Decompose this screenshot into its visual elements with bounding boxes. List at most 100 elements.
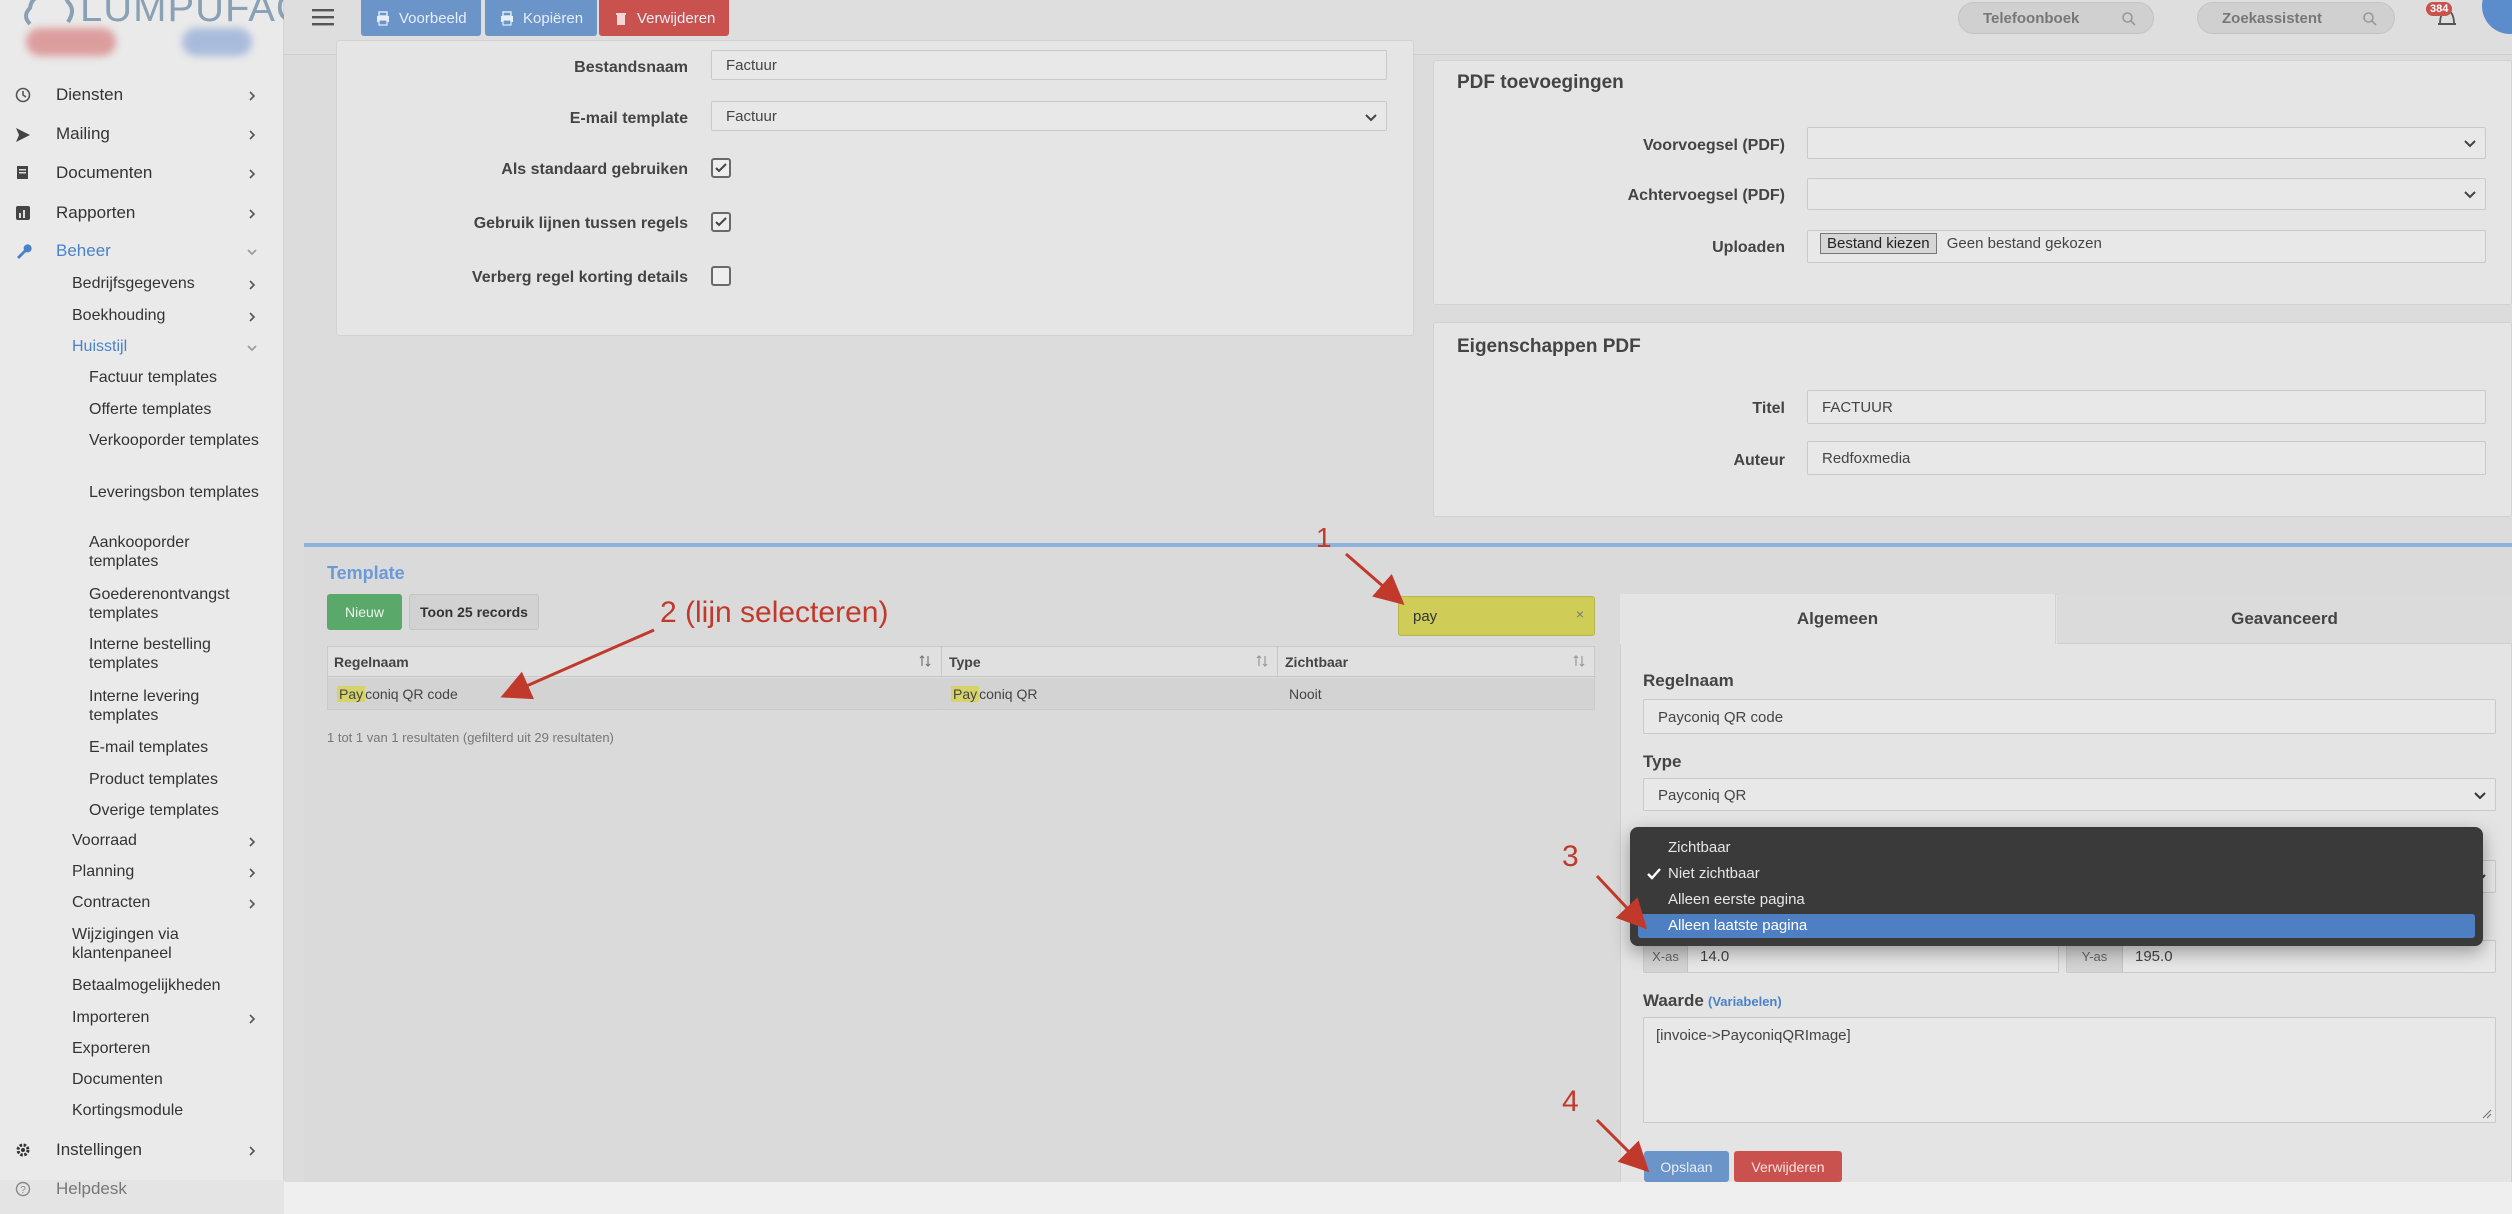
sidebar-link-interne-levering-templates[interactable]: Interne levering templates — [89, 687, 259, 725]
preview-button[interactable]: Voorbeeld — [361, 0, 481, 36]
sidebar-sub-documenten[interactable]: Documenten — [72, 1071, 163, 1089]
new-button[interactable]: Nieuw — [327, 594, 402, 630]
sidebar-sub-exporteren[interactable]: Exporteren — [72, 1040, 150, 1058]
chevron-right-icon — [249, 312, 256, 322]
sidebar-sub-importeren[interactable]: Importeren — [72, 1009, 256, 1027]
option-alleen-laatste-pagina[interactable]: Alleen laatste pagina — [1638, 914, 2475, 938]
avatar[interactable] — [2482, 0, 2512, 34]
phonebook-search[interactable]: Telefoonboek — [1958, 2, 2154, 34]
gear-icon — [16, 1143, 30, 1157]
sidebar-sub-contracten[interactable]: Contracten — [72, 894, 256, 912]
sidebar-item-helpdesk[interactable]: ? Helpdesk — [0, 1179, 284, 1203]
variables-link[interactable]: (Variabelen) — [1708, 994, 1782, 1009]
search-highlight: Pay — [951, 686, 980, 702]
sidebar-item-mailing[interactable]: Mailing — [0, 124, 284, 148]
preview-button-label: Voorbeeld — [399, 9, 467, 27]
chevron-right-icon — [249, 837, 256, 847]
sidebar-sub-label: Boekhouding — [72, 307, 166, 324]
table-info: 1 tot 1 van 1 resultaten (gefilterd uit … — [327, 730, 614, 745]
sidebar-link-product-templates[interactable]: Product templates — [89, 770, 259, 789]
clear-search-icon[interactable]: × — [1576, 606, 1584, 622]
upload-field[interactable]: Bestand kiezen Geen bestand gekozen — [1807, 230, 2486, 263]
notifications[interactable]: 384 — [2426, 2, 2462, 32]
upload-status: Geen bestand gekozen — [1946, 235, 2102, 252]
sidebar-sub-label: Contracten — [72, 894, 151, 911]
sort-icon[interactable] — [1255, 654, 1269, 668]
sidebar-item-label: Beheer — [56, 241, 111, 260]
sidebar-sub-wijzigingen[interactable]: Wijzigingen via klantenpaneel — [72, 925, 202, 963]
show-records-button[interactable]: Toon 25 records — [409, 594, 539, 630]
option-label: Niet zichtbaar — [1668, 865, 1760, 882]
documents-icon — [17, 166, 28, 179]
sidebar-link-overige-templates[interactable]: Overige templates — [89, 801, 259, 820]
chevron-right-icon — [249, 209, 256, 219]
sidebar-link-interne-bestelling-templates[interactable]: Interne bestelling templates — [89, 635, 259, 673]
hide-discount-checkbox[interactable] — [711, 266, 731, 286]
row-zichtbaar: Nooit — [1289, 686, 1322, 702]
remove-line-button[interactable]: Verwijderen — [1734, 1151, 1842, 1182]
sidebar-sub-voorraad[interactable]: Voorraad — [72, 832, 256, 850]
option-zichtbaar[interactable]: Zichtbaar — [1638, 836, 2475, 860]
suffix-select[interactable] — [1807, 178, 2486, 210]
check-icon — [715, 217, 727, 227]
email-template-select[interactable]: Factuur — [711, 101, 1387, 131]
type-select[interactable]: Payconiq QR — [1643, 778, 2496, 811]
visibility-dropdown-menu: Zichtbaar Niet zichtbaar Alleen eerste p… — [1630, 827, 2483, 946]
tab-algemeen[interactable]: Algemeen — [1620, 594, 2056, 644]
pdf-author-input[interactable]: Redfoxmedia — [1807, 441, 2486, 475]
sort-icon[interactable] — [1572, 654, 1586, 668]
sidebar-sub-planning[interactable]: Planning — [72, 863, 256, 881]
delete-button[interactable]: Verwijderen — [599, 0, 730, 36]
resize-handle-icon[interactable] — [2480, 1107, 2492, 1119]
option-alleen-eerste-pagina[interactable]: Alleen eerste pagina — [1638, 888, 2475, 912]
lines-checkbox[interactable] — [711, 212, 731, 232]
prefix-select[interactable] — [1807, 127, 2486, 159]
sort-icon[interactable] — [918, 654, 932, 668]
template-search-input[interactable]: pay × — [1398, 596, 1595, 636]
sidebar-item-instellingen[interactable]: Instellingen — [0, 1140, 284, 1164]
template-search-value: pay — [1413, 608, 1438, 625]
sidebar-sub-bedrijfsgegevens[interactable]: Bedrijfsgegevens — [72, 275, 256, 293]
rulename-input[interactable]: Payconiq QR code — [1643, 699, 2496, 734]
tab-geavanceerd[interactable]: Geavanceerd — [2057, 594, 2512, 644]
check-icon — [715, 163, 727, 173]
sidebar-link-email-templates[interactable]: E-mail templates — [89, 738, 259, 757]
pdf-title-input[interactable]: FACTUUR — [1807, 390, 2486, 424]
assistant-search[interactable]: Zoekassistent — [2197, 2, 2395, 34]
sidebar-item-diensten[interactable]: Diensten — [0, 85, 284, 109]
chevron-down-icon — [247, 249, 257, 256]
hamburger-menu-icon[interactable] — [312, 8, 334, 26]
pdf-title-label: Titel — [1752, 400, 1785, 417]
hide-discount-label: Verberg regel korting details — [471, 269, 688, 286]
col-header-zichtbaar[interactable]: Zichtbaar — [1285, 654, 1348, 670]
value-text: [invoice->PayconiqQRImage] — [1656, 1027, 1851, 1044]
sidebar-sub-betaalmogelijkheden[interactable]: Betaalmogelijkheden — [72, 977, 221, 995]
choose-file-button[interactable]: Bestand kiezen — [1820, 233, 1937, 254]
logo[interactable]: LUMPUFACT — [22, 0, 330, 30]
col-header-regelnaam[interactable]: Regelnaam — [334, 654, 409, 670]
sidebar-sub-huisstijl[interactable]: Huisstijl — [72, 338, 257, 356]
send-icon — [16, 128, 30, 142]
value-label: Waarde — [1643, 991, 1704, 1010]
filename-input[interactable]: Factuur — [711, 50, 1387, 80]
sidebar-link-factuur-templates[interactable]: Factuur templates — [89, 368, 259, 387]
sidebar-link-leveringsbon-templates[interactable]: Leveringsbon templates — [89, 483, 259, 502]
sidebar-link-goederenontvangst-templates[interactable]: Goederenontvangst templates — [89, 585, 259, 623]
sidebar-sub-kortingsmodule[interactable]: Kortingsmodule — [72, 1102, 183, 1120]
template-settings-card — [336, 40, 1414, 336]
chevron-right-icon — [249, 130, 256, 140]
sidebar-item-documenten[interactable]: Documenten — [0, 163, 284, 187]
sidebar-sub-boekhouding[interactable]: Boekhouding — [72, 307, 256, 325]
col-header-type[interactable]: Type — [949, 654, 981, 670]
sidebar-link-aankooporder-templates[interactable]: Aankooporder templates — [89, 533, 259, 571]
pdf-properties-title: Eigenschappen PDF — [1457, 336, 1641, 357]
sidebar-link-offerte-templates[interactable]: Offerte templates — [89, 400, 259, 419]
sidebar-link-verkooporder-templates[interactable]: Verkooporder templates — [89, 431, 259, 450]
save-button[interactable]: Opslaan — [1644, 1151, 1729, 1182]
value-textarea[interactable]: [invoice->PayconiqQRImage] — [1643, 1017, 2496, 1123]
option-niet-zichtbaar[interactable]: Niet zichtbaar — [1638, 862, 2475, 886]
sidebar-item-beheer[interactable]: Beheer — [0, 241, 284, 265]
copy-button[interactable]: Kopiëren — [485, 0, 598, 36]
default-checkbox[interactable] — [711, 158, 731, 178]
sidebar-item-rapporten[interactable]: Rapporten — [0, 203, 284, 227]
